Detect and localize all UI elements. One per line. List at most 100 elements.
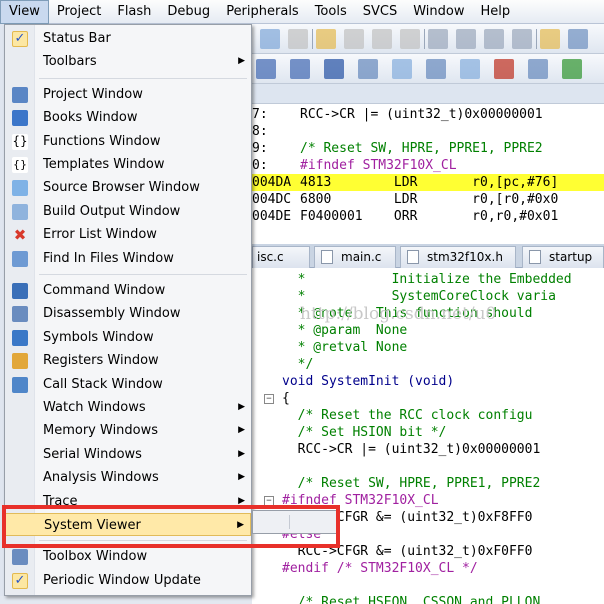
tab-isc-c[interactable]: isc.c xyxy=(252,246,310,268)
menu-item-disassembly-window[interactable]: Disassembly Window xyxy=(5,302,251,325)
submenu-arrow-icon: ▶ xyxy=(238,472,245,483)
toolbar-button[interactable] xyxy=(290,59,310,79)
menu-tools[interactable]: Tools xyxy=(307,0,355,24)
disassembly-line: 004DA 4813 LDR r0,[pc,#76] xyxy=(252,174,604,191)
disassembly-line: 004DC 6800 LDR r0,[r0,#0x0 xyxy=(252,191,604,208)
menu-item-source-browser-window[interactable]: Source Browser Window xyxy=(5,176,251,199)
annotation-red-box xyxy=(2,505,340,548)
menu-item-label: Registers Window xyxy=(43,353,159,369)
menu-debug[interactable]: Debug xyxy=(159,0,218,24)
menu-item-watch-windows[interactable]: Watch Windows ▶ xyxy=(5,396,251,419)
window-bottom-edge xyxy=(0,596,252,604)
fold-toggle-icon[interactable]: − xyxy=(264,394,274,404)
toolbar-top xyxy=(252,24,604,54)
toolbar-separator xyxy=(536,29,537,49)
toolbar-button[interactable] xyxy=(428,29,448,49)
toolbar-separator xyxy=(312,29,313,49)
toolbar-button[interactable] xyxy=(494,59,514,79)
toolbar-button[interactable] xyxy=(392,59,412,79)
disassembly-text: RCC->CR |= (uint32_t)0x00000001 xyxy=(300,107,543,122)
menu-item-analysis-windows[interactable]: Analysis Windows ▶ xyxy=(5,466,251,489)
menu-item-templates-window[interactable]: {} Templates Window xyxy=(5,153,251,176)
menu-item-command-window[interactable]: Command Window xyxy=(5,279,251,302)
code-text: * Initialize the Embedded xyxy=(282,272,572,287)
toolbar-button[interactable] xyxy=(568,29,588,49)
tab-startup[interactable]: startup xyxy=(522,246,604,268)
disassembly-address: 7: xyxy=(252,107,268,122)
menu-item-registers-window[interactable]: Registers Window xyxy=(5,349,251,372)
menu-item-symbols-window[interactable]: Symbols Window xyxy=(5,326,251,349)
menu-item-call-stack-window[interactable]: Call Stack Window xyxy=(5,373,251,396)
tab-main-c[interactable]: main.c xyxy=(314,246,396,268)
toolbar-button[interactable] xyxy=(540,29,560,49)
menu-item-label: Memory Windows xyxy=(43,423,159,439)
menu-item-status-bar[interactable]: ✓ Status Bar xyxy=(5,27,251,50)
code-line: * @param None xyxy=(252,323,604,340)
menu-item-memory-windows[interactable]: Memory Windows ▶ xyxy=(5,419,251,442)
tab-label: stm32f10x.h xyxy=(427,250,503,264)
toolbar-button[interactable] xyxy=(456,29,476,49)
menu-item-find-in-files-window[interactable]: Find In Files Window xyxy=(5,247,251,270)
toolbar-button[interactable] xyxy=(358,59,378,79)
disassembly-line: 7: RCC->CR |= (uint32_t)0x00000001 xyxy=(252,106,604,123)
menu-item-functions-window[interactable]: {} Functions Window xyxy=(5,130,251,153)
disassembly-line: 8: xyxy=(252,123,604,140)
menu-window[interactable]: Window xyxy=(405,0,472,24)
code-line: /* Reset HSEON, CSSON and PLLON xyxy=(252,595,604,604)
menu-view[interactable]: View xyxy=(0,0,49,24)
menu-item-label: Find In Files Window xyxy=(43,250,174,266)
toolbar-button[interactable] xyxy=(426,59,446,79)
menu-item-label: Command Window xyxy=(43,283,166,298)
toolbar-button[interactable] xyxy=(528,59,548,79)
code-editor[interactable]: * Initialize the Embedded * SystemCoreCl… xyxy=(252,268,604,604)
menu-item-toolbox-window[interactable]: Toolbox Window xyxy=(5,545,251,568)
project-window-icon xyxy=(12,86,28,103)
menu-item-label: Watch Windows xyxy=(43,400,146,415)
menu-item-label: Analysis Windows xyxy=(43,470,159,486)
code-text: /* Set HSION bit */ xyxy=(282,425,447,440)
toolbar-button[interactable] xyxy=(372,29,392,49)
menu-item-label: Serial Windows xyxy=(43,446,142,462)
toolbar-button[interactable] xyxy=(460,59,480,79)
menu-svcs[interactable]: SVCS xyxy=(355,0,405,24)
disassembly-line: 004DE F0400001 ORR r0,r0,#0x01 xyxy=(252,208,604,225)
toolbar-button[interactable] xyxy=(562,59,582,79)
tab-label: main.c xyxy=(341,250,382,264)
toolbar-button[interactable] xyxy=(344,29,364,49)
command-window-icon xyxy=(12,283,28,299)
menu-item-serial-windows[interactable]: Serial Windows ▶ xyxy=(5,443,251,466)
disassembly-text: F0400001 ORR r0,r0,#0x01 xyxy=(300,209,559,224)
toolbar-button[interactable] xyxy=(260,29,280,49)
toolbar-button[interactable] xyxy=(324,59,344,79)
tab-stm32f10x-h[interactable]: stm32f10x.h xyxy=(400,246,516,268)
menu-item-error-list-window[interactable]: ✖ Error List Window xyxy=(5,223,251,246)
menu-item-label: Project Window xyxy=(43,86,143,102)
menu-project[interactable]: Project xyxy=(49,0,109,24)
menu-item-label: Call Stack Window xyxy=(43,376,163,392)
toolbar-button[interactable] xyxy=(256,59,276,79)
disassembly-text: 4813 LDR r0,[pc,#76] xyxy=(300,175,559,190)
code-line: RCC->CR |= (uint32_t)0x00000001 xyxy=(252,442,604,459)
toolbar-button[interactable] xyxy=(316,29,336,49)
toolbar-button[interactable] xyxy=(288,29,308,49)
menu-help[interactable]: Help xyxy=(472,0,518,24)
error-list-icon: ✖ xyxy=(13,226,27,245)
menu-item-build-output-window[interactable]: Build Output Window xyxy=(5,200,251,223)
menu-item-periodic-window-update[interactable]: ✓ Periodic Window Update xyxy=(5,569,251,592)
build-output-icon xyxy=(12,203,28,220)
code-text: * @note This function should xyxy=(282,306,533,321)
code-line: */ xyxy=(252,357,604,374)
menu-item-label: Periodic Window Update xyxy=(43,572,201,588)
toolbar-button[interactable] xyxy=(400,29,420,49)
code-text: /* Reset SW, HPRE, PPRE1, PPRE2 xyxy=(282,476,541,491)
code-line: * Initialize the Embedded xyxy=(252,272,604,289)
templates-window-icon: {} xyxy=(12,157,28,173)
menu-item-books-window[interactable]: Books Window xyxy=(5,106,251,129)
toolbar-button[interactable] xyxy=(484,29,504,49)
submenu-arrow-icon: ▶ xyxy=(238,56,245,67)
toolbar-button[interactable] xyxy=(512,29,532,49)
menu-item-project-window[interactable]: Project Window xyxy=(5,83,251,106)
menu-item-toolbars[interactable]: Toolbars ▶ xyxy=(5,50,251,73)
menu-peripherals[interactable]: Peripherals xyxy=(218,0,307,24)
menu-flash[interactable]: Flash xyxy=(109,0,159,24)
